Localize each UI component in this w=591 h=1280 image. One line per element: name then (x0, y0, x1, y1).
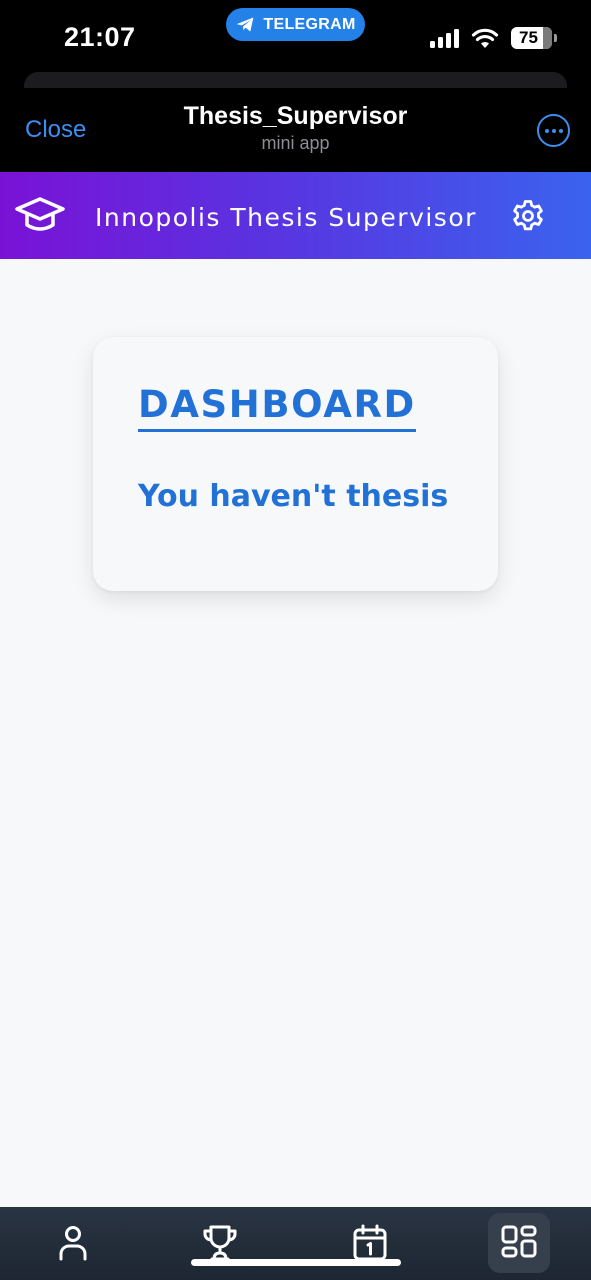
nav-dashboard[interactable] (488, 1213, 550, 1273)
battery-level: 75 (519, 28, 538, 47)
battery-icon: 75 (511, 27, 557, 49)
user-icon (59, 1226, 87, 1261)
telegram-icon (237, 17, 254, 32)
mini-app-title: Thesis_Supervisor (183, 102, 408, 130)
mini-app-title-block: Thesis_Supervisor mini app (0, 102, 591, 154)
no-thesis-message: You haven't thesis (138, 479, 449, 514)
dashboard-link[interactable]: DASHBOARD (138, 384, 416, 432)
grid-icon (501, 1225, 537, 1258)
status-indicators: 75 (430, 27, 557, 49)
cellular-signal-icon (430, 28, 459, 48)
mini-app-subtitle: mini app (261, 133, 330, 153)
wifi-icon (471, 27, 499, 49)
status-bar: 21:07 TELEGRAM 75 (0, 0, 591, 72)
dot (558, 128, 563, 133)
home-indicator[interactable] (191, 1259, 401, 1266)
nav-profile[interactable] (42, 1213, 104, 1273)
more-options-button[interactable] (537, 114, 570, 147)
dot (551, 128, 556, 133)
dot (544, 128, 549, 133)
close-button[interactable]: Close (25, 116, 86, 144)
dashboard-card: DASHBOARD You haven't thesis (93, 337, 498, 591)
sheet-edge (24, 72, 567, 88)
telegram-pill-label: TELEGRAM (263, 15, 356, 33)
trophy-icon (203, 1225, 237, 1261)
graduation-cap-icon (15, 197, 65, 231)
gear-icon[interactable] (511, 199, 545, 233)
mini-app-header: Close Thesis_Supervisor mini app (0, 72, 591, 172)
calendar-icon (353, 1224, 387, 1261)
status-time: 21:07 (64, 22, 136, 52)
telegram-pill[interactable]: TELEGRAM (226, 8, 365, 41)
app-title: Innopolis Thesis Supervisor (95, 203, 477, 232)
